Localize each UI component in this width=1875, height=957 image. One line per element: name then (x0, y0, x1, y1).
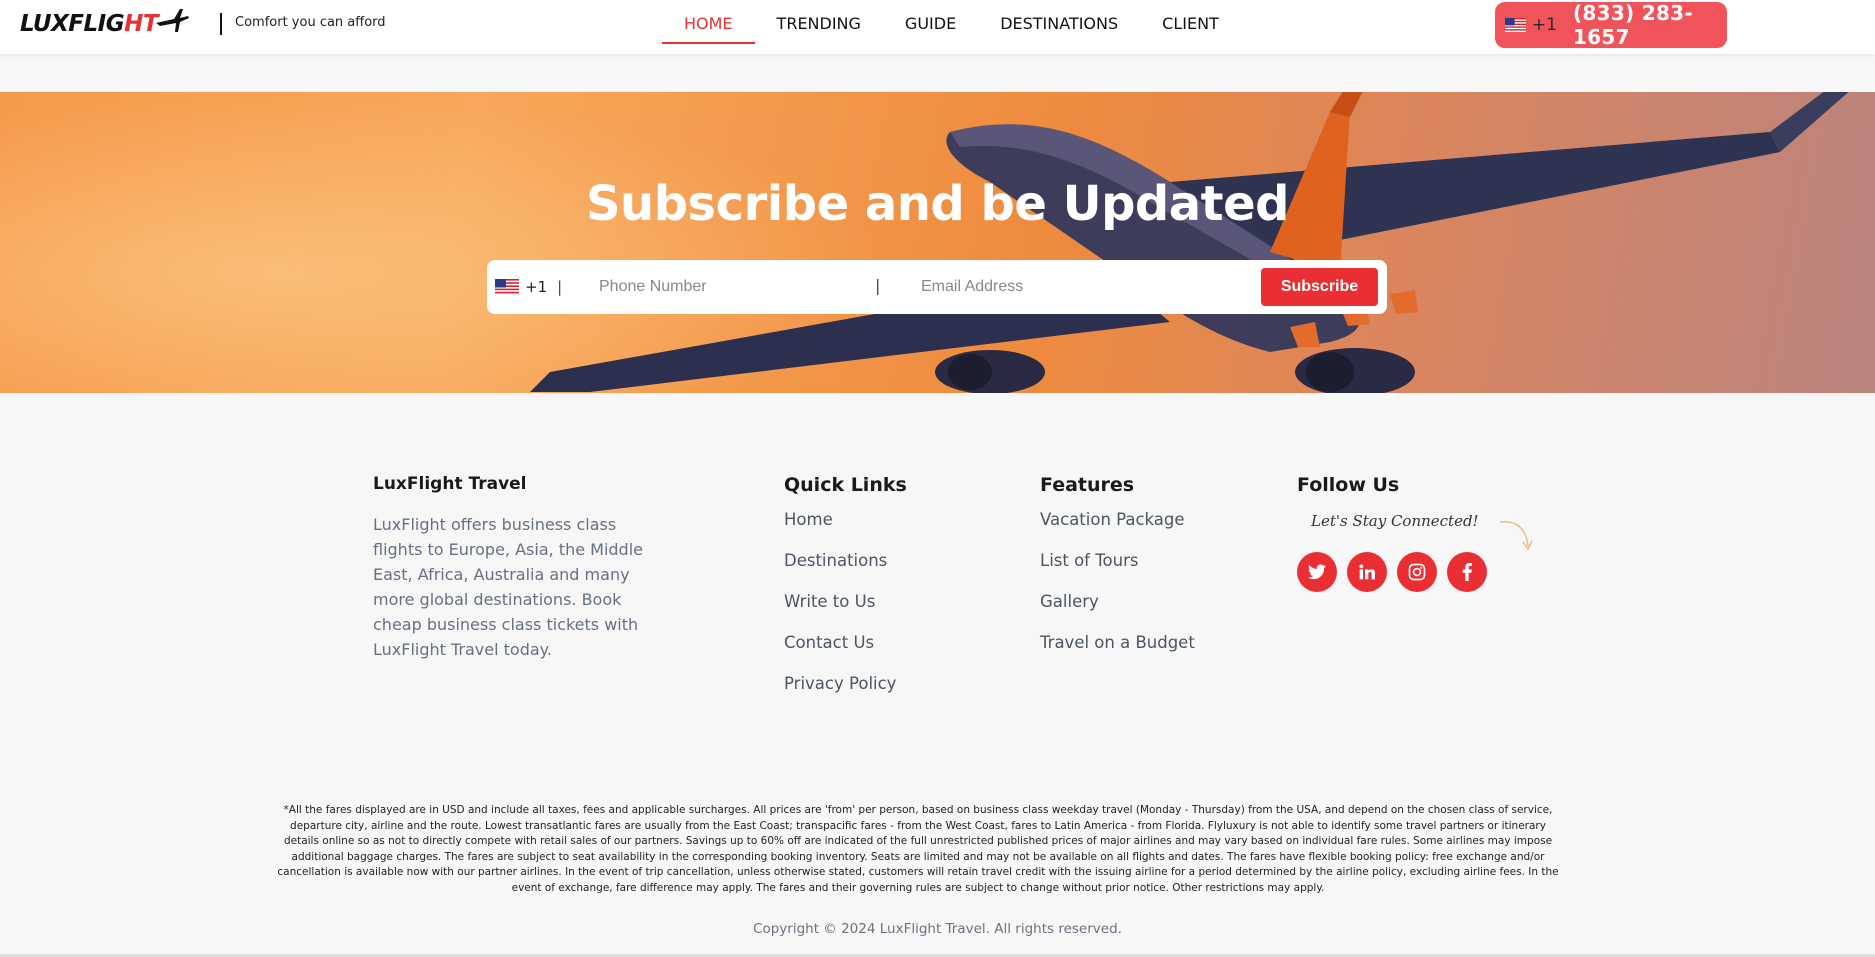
subscribe-button[interactable]: Subscribe (1261, 268, 1378, 306)
about-column: LuxFlight Travel LuxFlight offers busine… (373, 474, 645, 662)
follow-title: Follow Us (1297, 474, 1400, 496)
follow-column: Follow Us Let's Stay Connected! (1297, 474, 1533, 592)
stay-connected-label: Let's Stay Connected! (1311, 512, 1479, 530)
features-title: Features (1040, 474, 1135, 496)
subscribe-form: +1 | | Subscribe (487, 260, 1387, 314)
features-column: Features Vacation Package List of Tours … (1040, 474, 1195, 674)
quick-links-column: Quick Links Home Destinations Write to U… (784, 474, 907, 715)
separator: | (557, 278, 563, 296)
nav-home[interactable]: HOME (662, 0, 755, 44)
link-destinations[interactable]: Destinations (784, 551, 907, 592)
subscribe-hero: Subscribe and be Updated +1 | | Subscrib… (0, 92, 1875, 393)
header-divider (220, 13, 222, 35)
link-vacation-package[interactable]: Vacation Package (1040, 510, 1195, 551)
link-home[interactable]: Home (784, 510, 907, 551)
nav-guide[interactable]: GUIDE (883, 0, 978, 44)
link-contact-us[interactable]: Contact Us (784, 633, 907, 674)
site-header: LUXFLIGHT Comfort you can afford HOME TR… (0, 0, 1875, 54)
about-title: LuxFlight Travel (373, 474, 527, 494)
call-phone-button[interactable]: +1 (833) 283-1657 (1495, 1, 1727, 49)
stay-connected-text: Let's Stay Connected! (1311, 512, 1533, 551)
us-flag-icon (495, 279, 519, 295)
link-travel-on-a-budget[interactable]: Travel on a Budget (1040, 633, 1195, 674)
logo[interactable]: LUXFLIGHT (20, 4, 190, 44)
phone-number-input[interactable] (599, 269, 849, 305)
about-text: LuxFlight offers business class flights … (373, 515, 643, 659)
logo-text: LUXFLIGHT (20, 11, 159, 37)
separator: | (875, 276, 881, 295)
linkedin-icon[interactable] (1347, 552, 1387, 592)
facebook-icon[interactable] (1447, 552, 1487, 592)
phone-number: (833) 283-1657 (1572, 1, 1693, 49)
hero-title: Subscribe and be Updated (585, 176, 1290, 232)
nav-client[interactable]: CLIENT (1140, 0, 1241, 44)
social-links (1297, 552, 1487, 592)
link-list-of-tours[interactable]: List of Tours (1040, 551, 1195, 592)
nav-destinations[interactable]: DESTINATIONS (978, 0, 1140, 44)
quick-links-list: Home Destinations Write to Us Contact Us… (784, 510, 907, 715)
phone-country-code: +1 (1531, 15, 1557, 35)
features-list: Vacation Package List of Tours Gallery T… (1040, 510, 1195, 674)
curved-arrow-icon (1499, 520, 1533, 551)
country-code-selector[interactable]: +1 | (495, 278, 562, 296)
link-gallery[interactable]: Gallery (1040, 592, 1195, 633)
fare-disclaimer: *All the fares displayed are in USD and … (277, 804, 1559, 894)
link-privacy-policy[interactable]: Privacy Policy (784, 674, 907, 715)
email-address-input[interactable] (921, 269, 1241, 305)
airplane-image (530, 92, 1849, 393)
copyright: Copyright © 2024 LuxFlight Travel. All r… (753, 921, 1122, 937)
us-flag-icon (1505, 18, 1526, 32)
twitter-icon[interactable] (1297, 552, 1337, 592)
tagline: Comfort you can afford (235, 15, 386, 30)
quick-links-title: Quick Links (784, 474, 907, 496)
main-nav: HOME TRENDING GUIDE DESTINATIONS CLIENT (662, 0, 1241, 44)
country-code-text: +1 (525, 278, 548, 296)
plane-logo-icon (156, 9, 190, 32)
instagram-icon[interactable] (1397, 552, 1437, 592)
nav-trending[interactable]: TRENDING (755, 0, 883, 44)
link-write-to-us[interactable]: Write to Us (784, 592, 907, 633)
